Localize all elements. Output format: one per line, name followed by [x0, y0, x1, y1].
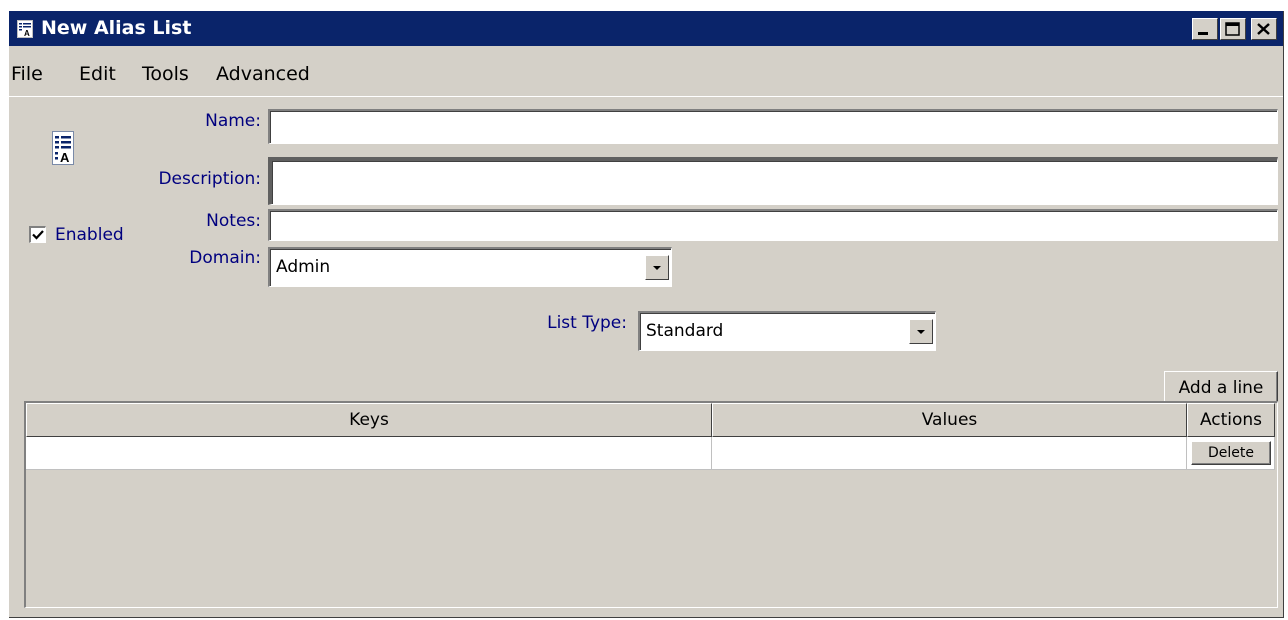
list-type-label: List Type: — [547, 313, 627, 333]
notes-field[interactable] — [268, 209, 1278, 241]
close-button[interactable] — [1251, 18, 1277, 40]
description-field[interactable] — [268, 157, 1278, 205]
domain-value: Admin — [276, 257, 331, 277]
window-title: New Alias List — [41, 17, 192, 39]
title-bar[interactable]: A New Alias List — [9, 11, 1283, 46]
alias-list-icon: A — [52, 131, 74, 165]
menu-bar: File Edit Tools Advanced — [9, 46, 1283, 96]
menu-advanced[interactable]: Advanced — [216, 63, 310, 85]
delete-button[interactable]: Delete — [1191, 441, 1271, 465]
menu-tools[interactable]: Tools — [142, 63, 189, 85]
minimize-icon — [1198, 32, 1208, 35]
column-header-values[interactable]: Values — [712, 403, 1187, 437]
description-label: Description: — [158, 169, 261, 189]
notes-label: Notes: — [206, 211, 261, 231]
key-cell[interactable] — [26, 437, 712, 470]
list-type-dropdown-button[interactable] — [909, 319, 933, 344]
svg-text:A: A — [60, 150, 70, 165]
svg-text:A: A — [24, 29, 30, 38]
menu-file[interactable]: File — [11, 63, 43, 85]
list-type-value: Standard — [646, 321, 724, 341]
chevron-down-icon — [917, 330, 925, 334]
menu-edit[interactable]: Edit — [79, 63, 116, 85]
domain-label: Domain: — [189, 248, 261, 268]
actions-cell: Delete — [1187, 437, 1275, 470]
maximize-icon — [1225, 22, 1240, 36]
maximize-button[interactable] — [1220, 18, 1246, 40]
column-header-actions[interactable]: Actions — [1187, 403, 1275, 437]
alias-list-icon: A — [17, 20, 33, 38]
menu-divider — [9, 96, 1283, 97]
close-icon — [1257, 23, 1270, 35]
domain-dropdown-button[interactable] — [645, 255, 669, 280]
enabled-checkbox[interactable] — [29, 226, 46, 243]
value-cell[interactable] — [712, 437, 1187, 470]
chevron-down-icon — [653, 266, 661, 270]
alias-table: Keys Values Actions Delete — [24, 401, 1278, 608]
name-label: Name: — [205, 111, 261, 131]
name-field[interactable] — [268, 109, 1278, 144]
minimize-button[interactable] — [1192, 18, 1218, 40]
enabled-label[interactable]: Enabled — [55, 224, 124, 246]
checkmark-icon — [32, 230, 44, 240]
domain-dropdown[interactable]: Admin — [268, 247, 672, 287]
add-line-button[interactable]: Add a line — [1164, 371, 1278, 405]
list-type-dropdown[interactable]: Standard — [638, 311, 936, 351]
column-header-keys[interactable]: Keys — [26, 403, 712, 437]
alias-list-window: A New Alias List File Edit Tools Advance… — [8, 10, 1283, 617]
